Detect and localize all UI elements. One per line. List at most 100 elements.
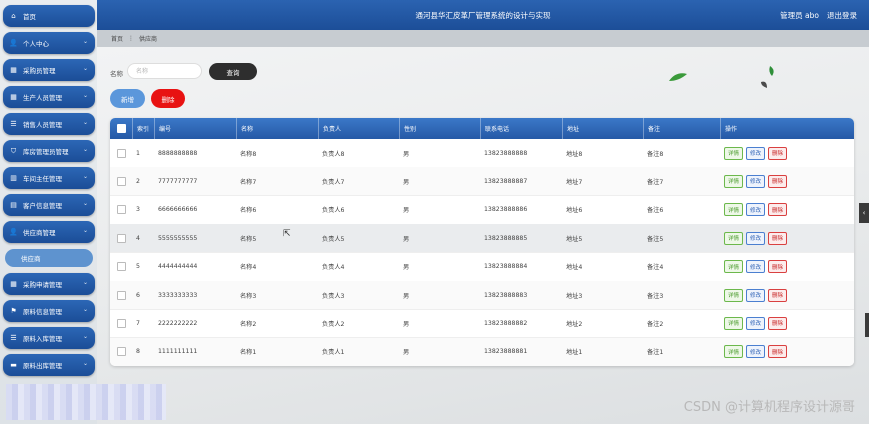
row-checkbox[interactable] xyxy=(110,281,132,309)
chevron-down-icon: ⌄ xyxy=(82,333,88,340)
row-checkbox[interactable] xyxy=(110,196,132,224)
sidebar-item-3[interactable]: ▦ 生产人员管理 ⌄ xyxy=(3,86,95,108)
sidebar-item-2[interactable]: ▦ 采购员管理 ⌄ xyxy=(3,59,95,81)
table-row: 3 6666666666 名称6 负责人6 男 13823888886 地址6 备注6 详情 修改… xyxy=(110,196,854,225)
sidebar-item-0[interactable]: ⌂ 首页 xyxy=(3,5,95,27)
row-checkbox[interactable] xyxy=(110,309,132,337)
breadcrumb-home[interactable]: 首页 xyxy=(111,34,123,43)
person-icon: 👤 xyxy=(9,39,18,47)
table-cell: 5555555555 xyxy=(158,234,198,242)
row-actions: 详情 修改 删除 xyxy=(720,139,854,167)
bulk-delete-button[interactable]: 删除 xyxy=(151,89,185,108)
detail-button[interactable]: 详情 xyxy=(724,231,744,245)
sidebar-item-4[interactable]: ☰ 销售人员管理 ⌄ xyxy=(3,113,95,135)
sidebar-item-label: 库房管理员管理 xyxy=(23,148,69,156)
delete-button[interactable]: 删除 xyxy=(768,146,788,160)
sidebar-item-label: 原料入库管理 xyxy=(23,335,62,343)
sidebar-subitem-supplier[interactable]: 供应商 xyxy=(5,249,93,267)
table-cell: 8 xyxy=(136,348,140,356)
edit-button[interactable]: 修改 xyxy=(746,316,766,330)
delete-button[interactable]: 删除 xyxy=(768,203,788,217)
table-cell: 4 xyxy=(136,234,140,242)
delete-button[interactable]: 删除 xyxy=(768,316,788,330)
edit-button[interactable]: 修改 xyxy=(746,174,766,188)
sidebar-item-6[interactable]: ▥ 车间主任管理 ⌄ xyxy=(3,167,95,189)
checkbox-icon xyxy=(116,290,126,300)
delete-button[interactable]: 删除 xyxy=(768,288,788,302)
sidebar-item-label: 生产人员管理 xyxy=(23,94,62,102)
checkbox-icon xyxy=(116,148,126,158)
row-actions: 详情 修改 删除 xyxy=(720,338,854,366)
table-cell: 地址7 xyxy=(566,178,583,186)
row-checkbox[interactable] xyxy=(110,338,132,366)
delete-button[interactable]: 删除 xyxy=(768,260,788,274)
sidebar-item-12[interactable]: ▬ 原料出库管理 ⌄ xyxy=(3,354,95,376)
detail-button[interactable]: 详情 xyxy=(724,203,744,217)
table-cell: 备注1 xyxy=(647,349,664,357)
table-cell: 13823888882 xyxy=(484,319,528,327)
delete-button[interactable]: 删除 xyxy=(768,345,788,359)
search-input[interactable] xyxy=(127,63,202,79)
sidebar-item-label: 采购员管理 xyxy=(23,67,56,75)
sidebar-item-label: 个人中心 xyxy=(23,40,49,48)
delete-button[interactable]: 删除 xyxy=(768,231,788,245)
detail-button[interactable]: 详情 xyxy=(724,146,744,160)
table-cell: 男 xyxy=(403,178,410,186)
table-cell: 备注7 xyxy=(647,178,664,186)
table-cell: 5 xyxy=(136,263,140,271)
select-all-checkbox[interactable] xyxy=(110,118,132,139)
sidebar-item-1[interactable]: 👤 个人中心 ⌄ xyxy=(3,32,95,54)
row-checkbox[interactable] xyxy=(110,139,132,167)
table-cell: 负责人8 xyxy=(322,150,345,158)
card-icon: ▤ xyxy=(10,201,17,209)
chevron-down-icon: ⌄ xyxy=(82,279,88,286)
table-row: 5 4444444444 名称4 负责人4 男 13823888884 地址4 备注4 详情 修改… xyxy=(110,253,854,282)
collapse-tab-icon[interactable]: ‹ xyxy=(859,203,869,223)
table-cell: 备注5 xyxy=(647,235,664,243)
sidebar-item-5[interactable]: ⛉ 库房管理员管理 ⌄ xyxy=(3,140,95,162)
checkbox-icon xyxy=(116,176,126,186)
table-cell: 名称8 xyxy=(240,150,257,158)
detail-button[interactable]: 详情 xyxy=(724,288,744,302)
sidebar-item-11[interactable]: ☰ 原料入库管理 ⌄ xyxy=(3,327,95,349)
edit-button[interactable]: 修改 xyxy=(746,146,766,160)
detail-button[interactable]: 详情 xyxy=(724,316,744,330)
grid-icon: ▦ xyxy=(10,280,17,288)
table-row: 1 8888888888 名称8 负责人8 男 13823888888 地址8 备注8 详情 修改… xyxy=(110,139,854,168)
detail-button[interactable]: 详情 xyxy=(724,345,744,359)
table-cell: 负责人1 xyxy=(322,349,345,357)
row-checkbox[interactable] xyxy=(110,224,132,252)
table-row: 7 2222222222 名称2 负责人2 男 13823888882 地址2 备注2 详情 修改… xyxy=(110,309,854,339)
row-checkbox[interactable] xyxy=(110,167,132,195)
edit-button[interactable]: 修改 xyxy=(746,345,766,359)
add-button[interactable]: 新增 xyxy=(110,89,145,108)
logout-link[interactable]: 退出登录 xyxy=(827,10,857,21)
table-cell: 地址4 xyxy=(566,264,583,272)
table-cell: 名称1 xyxy=(240,349,257,357)
row-checkbox[interactable] xyxy=(110,253,132,281)
table-cell: 负责人3 xyxy=(322,292,345,300)
sidebar-item-label: 原料信息管理 xyxy=(23,308,62,316)
edit-button[interactable]: 修改 xyxy=(746,288,766,302)
sidebar-item-7[interactable]: ▤ 客户信息管理 ⌄ xyxy=(3,194,95,216)
detail-button[interactable]: 详情 xyxy=(724,174,744,188)
delete-button[interactable]: 删除 xyxy=(768,174,788,188)
search-label: 名称 xyxy=(110,70,123,78)
table-cell: 地址6 xyxy=(566,207,583,215)
leaf-decoration-icon xyxy=(669,73,687,81)
detail-button[interactable]: 详情 xyxy=(724,260,744,274)
sidebar-item-label: 原料出库管理 xyxy=(23,362,62,370)
sidebar-item-9[interactable]: ▦ 采购申请管理 ⌄ xyxy=(3,273,95,295)
edit-button[interactable]: 修改 xyxy=(746,203,766,217)
query-button[interactable]: 查询 xyxy=(209,63,257,80)
watermark: CSDN @计算机程序设计源哥 xyxy=(683,400,855,415)
blurred-region xyxy=(6,384,166,420)
table-cell: 男 xyxy=(403,150,410,158)
table-cell: 备注8 xyxy=(647,150,664,158)
sidebar-item-8[interactable]: 👤 供应商管理 ⌄ xyxy=(3,221,95,243)
sidebar-item-10[interactable]: ⚑ 原料信息管理 ⌄ xyxy=(3,300,95,322)
column-header: 联系电话 xyxy=(480,118,562,139)
edit-button[interactable]: 修改 xyxy=(746,231,766,245)
edit-button[interactable]: 修改 xyxy=(746,260,766,274)
breadcrumb-separator: ⋮ xyxy=(128,35,135,42)
